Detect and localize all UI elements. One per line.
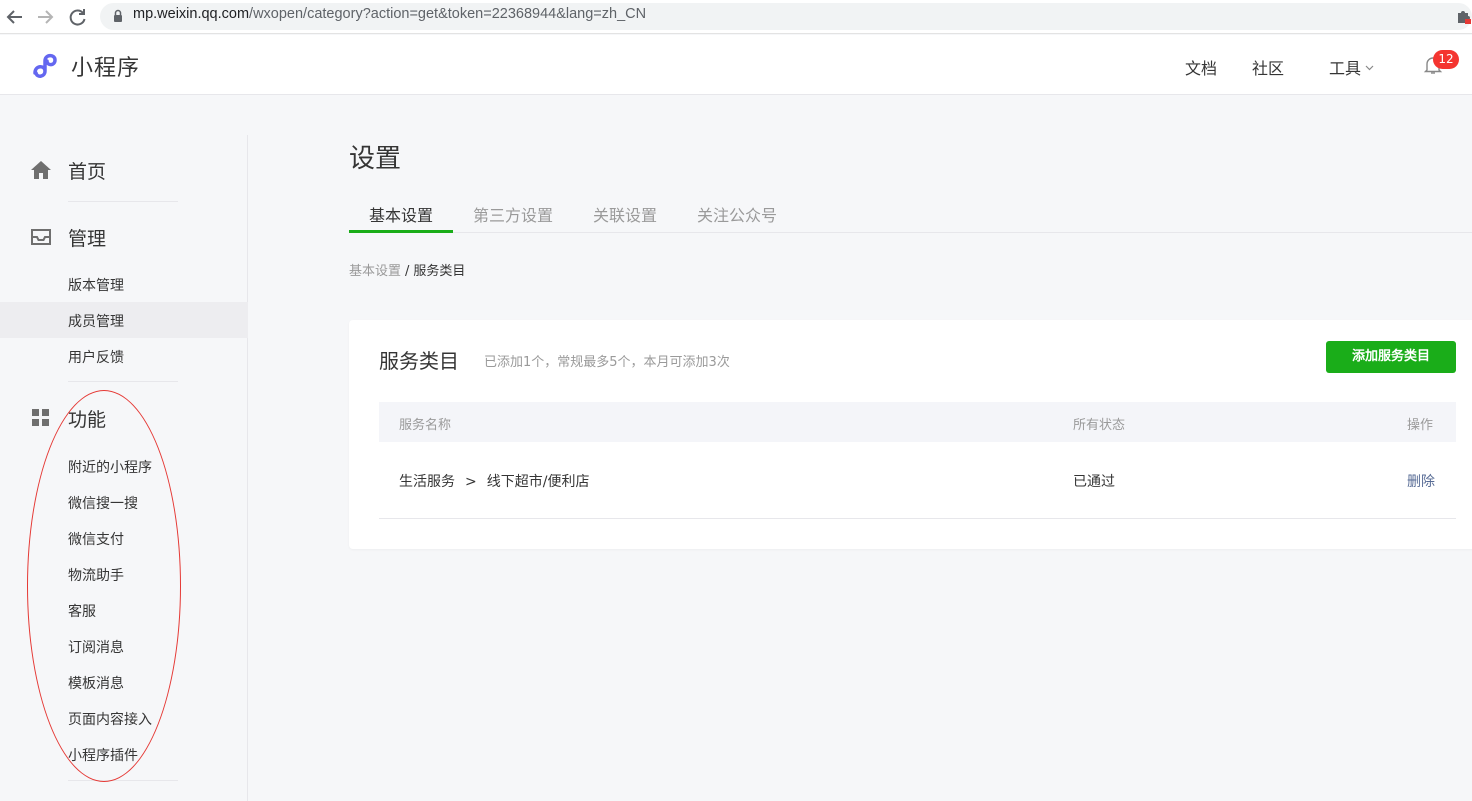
url-domain: mp.weixin.qq.com: [133, 6, 250, 22]
sidebar-divider: [68, 201, 178, 202]
sidebar-item-label: 订阅消息: [68, 640, 124, 656]
app-header: 小程序 文档 社区 工具 12: [0, 35, 1472, 95]
mini-program-logo-icon[interactable]: [31, 51, 63, 79]
logo-text[interactable]: 小程序: [71, 50, 140, 82]
table-row: 生活服务 > 线下超市/便利店 已通过 删除: [379, 442, 1456, 519]
sidebar-item-label: 模板消息: [68, 676, 124, 692]
sidebar-item-subscription-messages[interactable]: 订阅消息: [0, 628, 248, 664]
inbox-icon: [31, 229, 51, 245]
sidebar-divider: [68, 780, 178, 781]
subcategory-name: 线下超市/便利店: [486, 474, 590, 490]
sidebar-section-features[interactable]: 功能: [0, 403, 248, 433]
sidebar-section-manage[interactable]: 管理: [0, 222, 248, 252]
settings-tabs: 基本设置 第三方设置 关联设置 关注公众号: [349, 192, 1472, 233]
add-service-category-button[interactable]: 添加服务类目: [1326, 341, 1456, 373]
sidebar-item-version-management[interactable]: 版本管理: [0, 266, 248, 302]
sidebar-item-label: 微信搜一搜: [68, 496, 138, 512]
docs-link[interactable]: 文档: [1185, 55, 1217, 79]
sidebar-item-nearby-mini-programs[interactable]: 附近的小程序: [0, 448, 248, 484]
sidebar-item-home[interactable]: 首页: [0, 155, 248, 185]
breadcrumb-current: 服务类目: [413, 264, 466, 279]
delete-link[interactable]: 删除: [1407, 471, 1435, 491]
breadcrumb: 基本设置 / 服务类目: [349, 260, 465, 279]
tab-association-settings[interactable]: 关联设置: [593, 202, 657, 226]
active-tab-indicator: [349, 230, 453, 233]
notification-badge[interactable]: 12: [1433, 50, 1459, 69]
column-header-action: 操作: [1407, 418, 1434, 433]
sidebar-item-label: 客服: [68, 604, 96, 620]
sidebar-item-logistics-assistant[interactable]: 物流助手: [0, 556, 248, 592]
column-header-status[interactable]: 所有状态: [1073, 414, 1125, 433]
url-path: /wxopen/category?action=get&token=223689…: [249, 6, 647, 22]
sidebar-item-template-messages[interactable]: 模板消息: [0, 664, 248, 700]
category-arrow: >: [465, 474, 477, 490]
home-icon: [31, 161, 51, 179]
service-category-card: 服务类目 已添加1个，常规最多5个，本月可添加3次 添加服务类目 服务名称 所有…: [349, 320, 1472, 549]
sidebar-item-label: 微信支付: [68, 532, 124, 548]
tab-basic-settings[interactable]: 基本设置: [369, 202, 433, 226]
tools-label: 工具: [1329, 59, 1362, 78]
lock-icon: [114, 9, 122, 22]
breadcrumb-separator: /: [405, 264, 410, 279]
back-arrow-icon[interactable]: [4, 6, 26, 28]
sidebar-item-user-feedback[interactable]: 用户反馈: [0, 338, 248, 374]
sidebar-item-customer-service[interactable]: 客服: [0, 592, 248, 628]
sidebar-features-label: 功能: [68, 409, 107, 431]
sidebar-item-wechat-pay[interactable]: 微信支付: [0, 520, 248, 556]
tools-menu[interactable]: 工具: [1329, 55, 1374, 79]
reload-icon[interactable]: [66, 6, 88, 28]
chevron-down-icon: [1365, 65, 1374, 71]
sidebar-home-label: 首页: [68, 161, 107, 183]
sidebar-item-mini-program-plugins[interactable]: 小程序插件: [0, 736, 248, 772]
tab-follow-official-account[interactable]: 关注公众号: [697, 202, 777, 226]
sidebar-divider: [68, 381, 178, 382]
status-cell: 已通过: [1073, 474, 1115, 490]
sidebar-item-label: 附近的小程序: [68, 460, 152, 476]
browser-toolbar: mp.weixin.qq.com/wxopen/category?action=…: [0, 0, 1472, 34]
sidebar-item-label: 小程序插件: [68, 748, 138, 764]
card-title: 服务类目: [379, 349, 459, 373]
sidebar-item-label: 成员管理: [68, 314, 124, 330]
sidebar-item-label: 物流助手: [68, 568, 124, 584]
card-hint: 已添加1个，常规最多5个，本月可添加3次: [484, 355, 730, 370]
column-header-service-name: 服务名称: [399, 418, 452, 433]
sidebar-item-label: 版本管理: [68, 278, 124, 294]
forward-arrow-icon[interactable]: [34, 6, 56, 28]
community-link[interactable]: 社区: [1252, 55, 1284, 79]
page-title: 设置: [349, 144, 402, 174]
breadcrumb-parent[interactable]: 基本设置: [349, 264, 401, 279]
sidebar-manage-label: 管理: [68, 228, 107, 250]
service-name-cell: 生活服务 > 线下超市/便利店: [399, 471, 589, 491]
sidebar-item-label: 用户反馈: [68, 350, 124, 366]
sidebar: 首页 管理 版本管理 成员管理 用户反馈 功能 附近的小程序 微信搜一搜 微信支…: [0, 135, 248, 801]
url-text[interactable]: mp.weixin.qq.com/wxopen/category?action=…: [133, 6, 646, 22]
category-name: 生活服务: [399, 474, 455, 490]
sidebar-item-page-content-access[interactable]: 页面内容接入: [0, 700, 248, 736]
sidebar-item-member-management[interactable]: 成员管理: [0, 302, 248, 338]
sidebar-item-wechat-search[interactable]: 微信搜一搜: [0, 484, 248, 520]
tab-third-party-settings[interactable]: 第三方设置: [473, 202, 553, 226]
sidebar-item-label: 页面内容接入: [68, 712, 152, 728]
extension-puzzle-icon[interactable]: [1455, 8, 1472, 25]
grid-icon: [32, 409, 49, 426]
table-header: 服务名称 所有状态 操作: [379, 402, 1456, 442]
